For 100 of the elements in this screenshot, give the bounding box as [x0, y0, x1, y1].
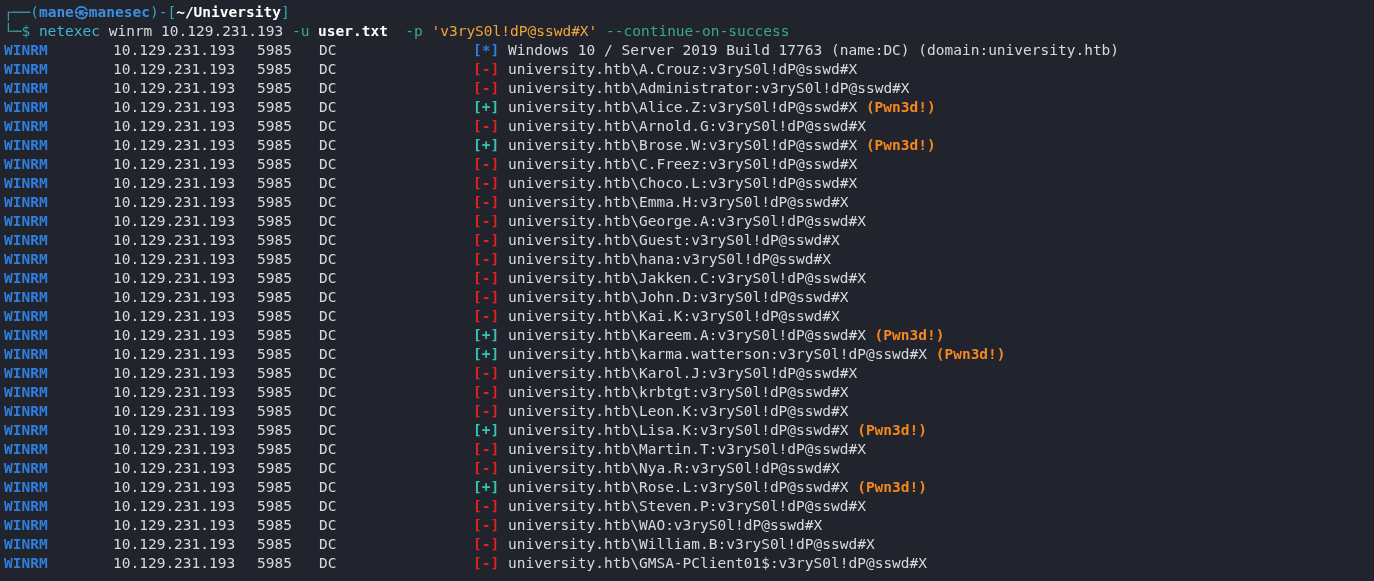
port-number: 5985	[257, 402, 293, 421]
port-number: 5985	[257, 383, 293, 402]
prompt-symbol: └─$	[4, 22, 31, 41]
port-number: 5985	[257, 269, 293, 288]
port-number: 5985	[257, 212, 293, 231]
host-name: DC	[319, 440, 338, 459]
status-marker: [-]	[473, 60, 501, 79]
host-name: DC	[319, 250, 338, 269]
protocol-label: WINRM	[4, 402, 49, 421]
result-message: university.htb\Arnold.G:v3ryS0l!dP@sswd#X	[508, 117, 866, 136]
port-number: 5985	[257, 250, 293, 269]
status-marker: [-]	[473, 288, 501, 307]
protocol-label: WINRM	[4, 421, 49, 440]
ip-address: 10.129.231.193	[113, 60, 237, 79]
status-marker: [-]	[473, 174, 501, 193]
status-marker: [-]	[473, 516, 501, 535]
host-name: DC	[319, 421, 338, 440]
port-number: 5985	[257, 440, 293, 459]
status-marker: [-]	[473, 535, 501, 554]
result-message: university.htb\Martin.T:v3ryS0l!dP@sswd#X	[508, 440, 866, 459]
result-message: university.htb\GMSA-PClient01$:v3ryS0l!dP@sswd#X	[508, 554, 928, 573]
protocol-label: WINRM	[4, 345, 49, 364]
ip-address: 10.129.231.193	[113, 516, 237, 535]
status-marker: [-]	[473, 307, 501, 326]
option-text: -p	[405, 22, 423, 41]
protocol-label: WINRM	[4, 193, 49, 212]
result-message: university.htb\Emma.H:v3ryS0l!dP@sswd#X	[508, 193, 849, 212]
port-number: 5985	[257, 459, 293, 478]
port-number: 5985	[257, 117, 293, 136]
protocol-label: WINRM	[4, 497, 49, 516]
port-number: 5985	[257, 193, 293, 212]
result-message: university.htb\Lisa.K:v3ryS0l!dP@sswd#X	[508, 421, 849, 440]
command-name: netexec	[38, 22, 100, 41]
status-marker: [-]	[473, 440, 501, 459]
host-name: DC	[319, 231, 338, 250]
ip-address: 10.129.231.193	[113, 421, 237, 440]
protocol-label: WINRM	[4, 326, 49, 345]
status-marker: [-]	[473, 155, 501, 174]
pwned-label: (Pwn3d!)	[935, 345, 1006, 364]
status-marker: [-]	[473, 554, 501, 573]
protocol-label: WINRM	[4, 440, 49, 459]
prompt-user: mane	[38, 3, 74, 20]
result-message: university.htb\karma.watterson:v3ryS0l!dP@sswd#X	[508, 345, 928, 364]
option-text: -u	[291, 22, 310, 41]
status-marker: [-]	[473, 212, 501, 231]
pwned-label: (Pwn3d!)	[865, 98, 936, 117]
port-number: 5985	[257, 478, 293, 497]
protocol-label: WINRM	[4, 174, 49, 193]
result-message: university.htb\C.Freez:v3ryS0l!dP@sswd#X	[508, 155, 858, 174]
result-message: university.htb\Jakken.C:v3ryS0l!dP@sswd#X	[508, 269, 866, 288]
pwned-label: (Pwn3d!)	[865, 136, 936, 155]
host-name: DC	[319, 269, 338, 288]
ip-address: 10.129.231.193	[113, 478, 237, 497]
command-argument: user.txt	[318, 22, 388, 41]
host-name: DC	[319, 98, 338, 117]
ip-address: 10.129.231.193	[113, 497, 237, 516]
pwned-label: (Pwn3d!)	[857, 478, 927, 497]
prompt-frame: )-[	[149, 3, 177, 22]
result-message: university.htb\John.D:v3ryS0l!dP@sswd#X	[508, 288, 849, 307]
status-marker: [-]	[473, 193, 501, 212]
result-message: university.htb\Nya.R:v3ryS0l!dP@sswd#X	[508, 459, 840, 478]
status-marker: [+]	[473, 98, 501, 117]
ip-address: 10.129.231.193	[113, 288, 237, 307]
command-argument: winrm	[108, 22, 153, 41]
protocol-label: WINRM	[4, 364, 49, 383]
ip-address: 10.129.231.193	[113, 98, 237, 117]
result-message: university.htb\WAO:v3ryS0l!dP@sswd#X	[508, 516, 823, 535]
ip-address: 10.129.231.193	[113, 269, 237, 288]
prompt-path: ~/University	[176, 3, 281, 22]
ip-address: 10.129.231.193	[113, 383, 237, 402]
protocol-label: WINRM	[4, 41, 49, 60]
status-marker: [-]	[473, 117, 501, 136]
port-number: 5985	[257, 60, 293, 79]
pwned-label: (Pwn3d!)	[857, 421, 927, 440]
status-marker: [-]	[473, 459, 501, 478]
port-number: 5985	[257, 516, 293, 535]
status-marker: [*]	[473, 41, 501, 60]
result-message: university.htb\Brose.W:v3ryS0l!dP@sswd#X	[508, 136, 858, 155]
protocol-label: WINRM	[4, 98, 49, 117]
ip-address: 10.129.231.193	[113, 459, 237, 478]
host-name: DC	[319, 307, 338, 326]
ip-address: 10.129.231.193	[113, 41, 237, 60]
protocol-label: WINRM	[4, 554, 49, 573]
status-marker: [-]	[473, 231, 501, 250]
port-number: 5985	[257, 155, 293, 174]
ip-address: 10.129.231.193	[113, 307, 237, 326]
result-message: university.htb\hana:v3ryS0l!dP@sswd#X	[508, 250, 831, 269]
host-name: DC	[319, 79, 338, 98]
protocol-label: WINRM	[4, 250, 49, 269]
port-number: 5985	[257, 79, 293, 98]
status-marker: [-]	[473, 79, 501, 98]
result-message: university.htb\Guest:v3ryS0l!dP@sswd#X	[508, 231, 840, 250]
result-message: university.htb\Leon.K:v3ryS0l!dP@sswd#X	[508, 402, 849, 421]
prompt-frame: ┌──(	[4, 3, 39, 22]
protocol-label: WINRM	[4, 307, 49, 326]
host-name: DC	[319, 326, 338, 345]
result-message: university.htb\Choco.L:v3ryS0l!dP@sswd#X	[508, 174, 858, 193]
host-name: DC	[319, 383, 338, 402]
command-argument: 'v3ryS0l!dP@sswd#X'	[431, 22, 598, 41]
result-message: Windows 10 / Server 2019 Build 17763 (name:DC) (domain:university.htb)	[508, 41, 1120, 60]
